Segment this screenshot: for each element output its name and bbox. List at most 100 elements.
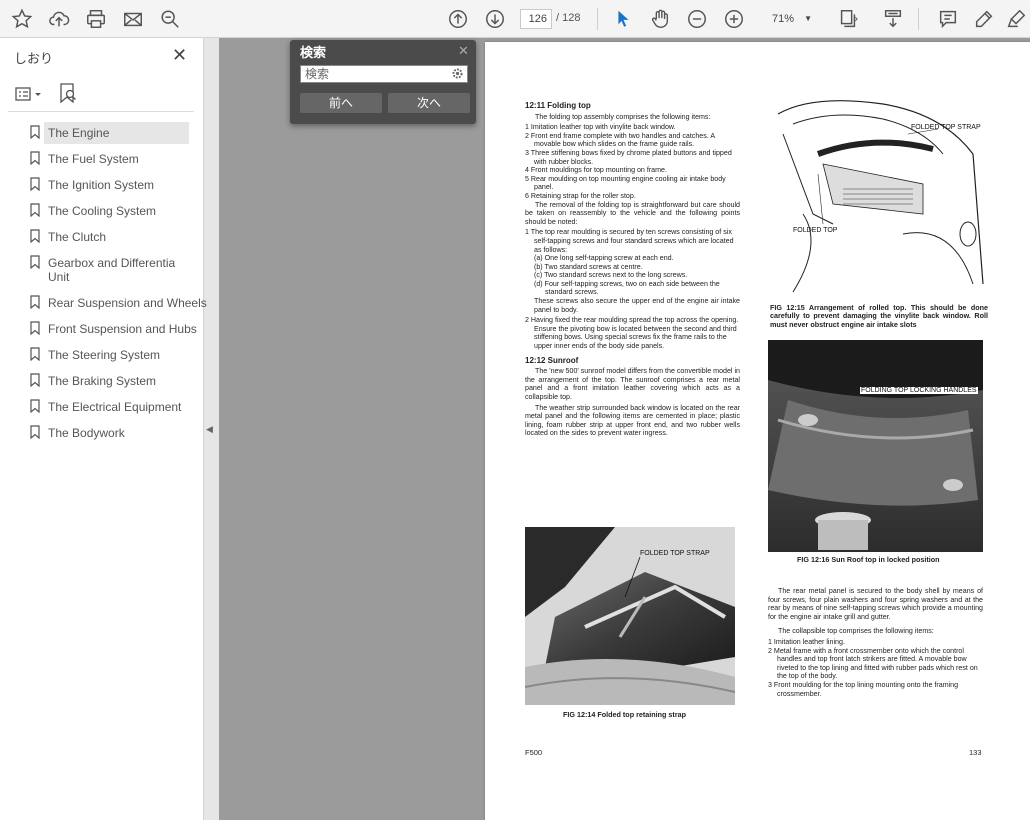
list-item: 6 Retaining strap for the roller stop.: [525, 191, 636, 200]
list-subitem: (c) Two standard screws next to the long…: [534, 271, 688, 280]
figure-label: FOLDED TOP STRAP: [911, 124, 981, 131]
bookmark-icon: [30, 125, 40, 139]
bookmark-item[interactable]: Gearbox and Differentia Unit: [0, 250, 198, 290]
figure-photo: FOLDED TOP STRAP: [525, 527, 735, 705]
list-subitem: (b) Two standard screws at centre.: [534, 262, 643, 271]
pdf-page: 12:11 Folding top The folding top assemb…: [485, 42, 1030, 820]
gear-icon[interactable]: [451, 67, 464, 80]
paragraph: The weather strip surrounded back window…: [525, 403, 740, 438]
bookmark-item[interactable]: The Steering System: [0, 342, 198, 368]
bookmark-label: The Clutch: [48, 230, 107, 244]
figure-photo: FOLDING TOP LOCKING HANDLES: [768, 340, 983, 552]
toolbar-separator: [597, 8, 598, 30]
bookmark-item[interactable]: The Bodywork: [0, 420, 198, 446]
document-viewport[interactable]: 12:11 Folding top The folding top assemb…: [219, 38, 1030, 820]
bookmark-icon: [30, 255, 40, 269]
left-column: 12:11 Folding top The folding top assemb…: [525, 101, 740, 440]
bookmark-icon: [30, 399, 40, 413]
bookmark-item[interactable]: The Cooling System: [0, 198, 198, 224]
bookmark-label: The Fuel System: [48, 152, 139, 166]
bookmark-item[interactable]: The Ignition System: [0, 172, 198, 198]
bookmark-item[interactable]: Rear Suspension and Wheels: [0, 290, 207, 316]
bookmark-label: Front Suspension and Hubs: [48, 322, 197, 336]
bookmark-icon: [30, 177, 40, 191]
bookmark-label: The Engine: [44, 122, 189, 144]
list-subitem: (a) One long self-tapping screw at each …: [534, 254, 674, 263]
section-heading: 12:11 Folding top: [525, 101, 591, 110]
collapse-panel-icon[interactable]: ◀: [206, 424, 213, 435]
bookmark-item[interactable]: The Electrical Equipment: [0, 394, 198, 420]
print-icon[interactable]: [84, 7, 108, 31]
panel-title: しおり: [14, 51, 54, 66]
bookmark-item[interactable]: The Engine: [0, 120, 198, 146]
bookmark-item[interactable]: The Fuel System: [0, 146, 198, 172]
page-fit-icon[interactable]: [836, 7, 860, 31]
search-placeholder: 検索: [305, 67, 330, 81]
paragraph: The 'new 500' sunroof model differs from…: [525, 367, 740, 401]
star-icon[interactable]: [10, 7, 34, 31]
zoom-value: 71%: [772, 13, 795, 25]
add-bookmark-button[interactable]: [58, 82, 78, 104]
bookmark-label: The Bodywork: [48, 426, 125, 440]
find-previous-button[interactable]: 前へ: [300, 93, 382, 113]
list-item: 2 Front end frame complete with two hand…: [525, 131, 715, 149]
list-item: 4 Front mouldings for top mounting on fr…: [525, 166, 667, 175]
bookmark-icon: [30, 295, 40, 309]
bookmark-label: Rear Suspension and Wheels: [48, 296, 207, 310]
panel-divider: [8, 111, 194, 112]
section-heading: 12:12 Sunroof: [525, 355, 579, 365]
page-number: 133: [969, 748, 982, 757]
figure-caption: FIG 12:16 Sun Roof top in locked positio…: [797, 555, 940, 564]
toolbar: 126 / 128 71% ▼: [0, 0, 1030, 38]
bookmark-icon: [30, 321, 40, 335]
cloud-upload-icon[interactable]: [47, 7, 71, 31]
bookmark-icon: [30, 151, 40, 165]
bookmark-label: The Ignition System: [48, 178, 155, 192]
find-next-button[interactable]: 次へ: [388, 93, 470, 113]
list-item: 1 Imitation leather top with vinylite ba…: [525, 123, 676, 132]
scroll-mode-icon[interactable]: [881, 7, 905, 31]
search-input[interactable]: 検索: [300, 65, 468, 83]
bookmark-item[interactable]: Front Suspension and Hubs: [0, 316, 198, 342]
bookmark-label: The Braking System: [48, 374, 157, 388]
pen-icon[interactable]: [972, 7, 996, 31]
comment-icon[interactable]: [936, 7, 960, 31]
page-number-input[interactable]: 126: [520, 9, 552, 29]
bookmark-icon: [30, 425, 40, 439]
bookmark-label: The Cooling System: [48, 204, 157, 218]
mail-icon[interactable]: [121, 7, 145, 31]
figure-label: FOLDED TOP: [793, 227, 838, 234]
close-icon[interactable]: ✕: [172, 46, 187, 64]
chevron-down-icon: ▼: [804, 14, 812, 23]
list-item: 1 Imitation leather lining.: [768, 637, 845, 646]
paragraph: The rear metal panel is secured to the b…: [768, 587, 983, 621]
panel-toolbar: [0, 76, 204, 112]
zoom-search-icon[interactable]: [158, 7, 182, 31]
paragraph: The folding top assembly comprises the f…: [535, 112, 711, 121]
zoom-in-icon[interactable]: [722, 7, 746, 31]
bookmark-item[interactable]: The Braking System: [0, 368, 198, 394]
select-cursor-icon[interactable]: [611, 7, 635, 31]
paragraph: These screws also secure the upper end o…: [534, 297, 740, 314]
highlight-icon[interactable]: [1004, 7, 1028, 31]
right-column: The rear metal panel is secured to the b…: [768, 587, 983, 698]
sunroof-photo: [768, 340, 983, 552]
zoom-out-icon[interactable]: [685, 7, 709, 31]
page-down-icon[interactable]: [483, 7, 507, 31]
page-up-icon[interactable]: [446, 7, 470, 31]
zoom-select[interactable]: 71% ▼: [762, 9, 818, 29]
list-item: 3 Front moulding for the top lining moun…: [768, 680, 959, 698]
bookmark-item[interactable]: The Clutch: [0, 224, 198, 250]
options-menu-button[interactable]: [14, 84, 44, 104]
paragraph: The removal of the folding top is straig…: [525, 200, 740, 226]
bookmark-label: The Electrical Equipment: [48, 400, 182, 414]
close-icon[interactable]: ✕: [458, 43, 469, 59]
find-title: 検索: [300, 45, 327, 60]
list-item: 1 The top rear moulding is secured by te…: [525, 228, 734, 254]
hand-icon[interactable]: [648, 7, 672, 31]
list-item: 2 Metal frame with a front crossmember o…: [768, 646, 978, 681]
bookmarks-panel: しおり ✕ The Engine The Fuel System The Ign…: [0, 38, 207, 820]
bookmark-label: Gearbox and Differentia Unit: [48, 256, 176, 284]
figure-caption: FIG 12:15 Arrangement of rolled top. Thi…: [770, 303, 988, 329]
bookmark-list: The Engine The Fuel System The Ignition …: [0, 120, 207, 446]
